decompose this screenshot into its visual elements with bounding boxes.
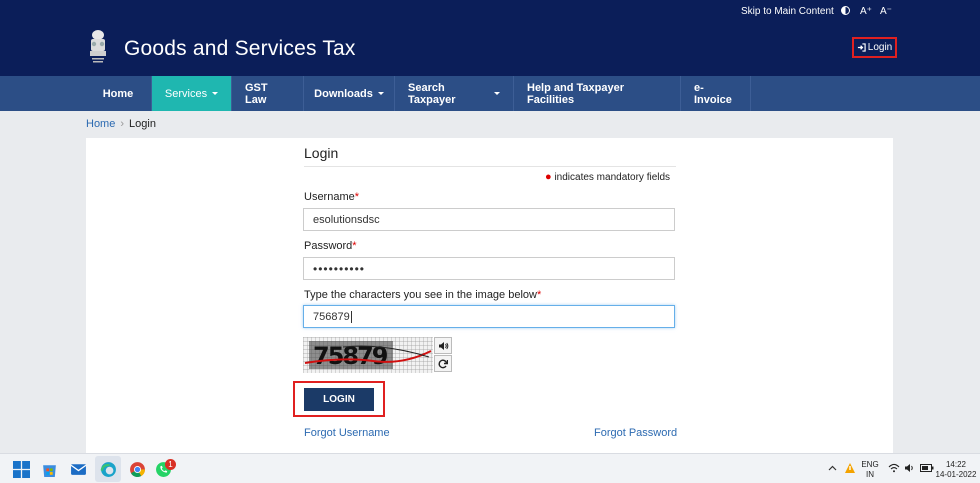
form-title: Login (304, 145, 339, 161)
username-label-text: Username (304, 191, 355, 203)
nav-label: Search Taxpayer (408, 81, 456, 106)
caret-down-icon (212, 92, 219, 95)
system-clock[interactable]: 14:22 14-01-2022 (934, 460, 978, 480)
captcha-label-text: Type the characters you see in the image… (304, 289, 537, 301)
required-asterisk: * (352, 240, 357, 252)
required-dot-icon: ● (545, 171, 552, 183)
refresh-icon (438, 359, 448, 368)
chrome-browser-icon[interactable] (129, 461, 146, 478)
skip-to-main-content-link[interactable]: Skip to Main Content (741, 6, 834, 17)
captcha-refresh-button[interactable] (434, 355, 452, 372)
captcha-label: Type the characters you see in the image… (304, 289, 541, 301)
forgot-password-link[interactable]: Forgot Password (594, 427, 677, 439)
increase-font-button[interactable]: A⁺ (860, 6, 872, 17)
site-header: Goods and Services Tax Login (0, 24, 980, 76)
nav-label: Home (102, 87, 134, 100)
mandatory-note: ● indicates mandatory fields (545, 171, 670, 183)
main-navigation: Home Services GST Law Downloads Search T… (0, 76, 980, 111)
captcha-image: 75879 (303, 337, 433, 373)
microsoft-store-icon[interactable] (41, 461, 58, 478)
notification-badge: 1 (165, 459, 176, 470)
clock-time: 14:22 (945, 460, 967, 469)
caret-down-icon (377, 92, 384, 95)
text-cursor (350, 310, 352, 323)
nav-item-e-invoice[interactable]: e-Invoice (681, 76, 751, 111)
breadcrumb-separator: › (120, 118, 125, 130)
language-code: ENG (861, 460, 879, 469)
captcha-input[interactable]: 756879 (303, 305, 675, 328)
nav-label: Services (164, 87, 208, 100)
breadcrumb-current: Login (129, 118, 156, 130)
region-code: IN (866, 470, 874, 479)
forgot-username-link[interactable]: Forgot Username (304, 427, 390, 439)
captcha-audio-button[interactable] (434, 337, 452, 354)
windows-taskbar: 1 ENG IN 14:22 14-01-2022 (0, 453, 980, 483)
mail-icon[interactable] (70, 461, 87, 478)
windows-start-icon[interactable] (13, 461, 30, 478)
username-label: Username* (304, 191, 359, 203)
site-title: Goods and Services Tax (124, 37, 356, 60)
captcha-input-value: 756879 (313, 310, 350, 323)
contrast-toggle-icon[interactable] (841, 6, 850, 15)
nav-item-help-taxpayer-facilities[interactable]: Help and Taxpayer Facilities (514, 76, 681, 111)
sign-in-icon (857, 43, 866, 52)
header-login-link[interactable]: Login (852, 37, 897, 58)
password-field[interactable]: •••••••••• (303, 257, 675, 280)
nav-label: GST Law (245, 81, 268, 106)
wifi-icon[interactable] (888, 463, 900, 473)
volume-icon[interactable] (904, 463, 916, 473)
top-utility-bar: Skip to Main Content A⁺ A⁻ (0, 0, 980, 24)
clock-date: 14-01-2022 (935, 470, 977, 479)
decrease-font-button[interactable]: A⁻ (880, 6, 892, 17)
nav-label: Help and Taxpayer Facilities (527, 81, 624, 106)
breadcrumb-home-link[interactable]: Home (86, 118, 115, 130)
nav-item-home[interactable]: Home (85, 76, 152, 111)
password-label: Password* (304, 240, 357, 252)
chevron-up-icon[interactable] (828, 465, 837, 471)
language-indicator[interactable]: ENG IN (860, 460, 880, 480)
speaker-icon (438, 341, 448, 350)
nav-label: e-Invoice (694, 81, 732, 106)
caret-down-icon (494, 92, 500, 95)
battery-icon[interactable] (920, 464, 934, 472)
password-label-text: Password (304, 240, 353, 252)
national-emblem-logo[interactable] (86, 28, 110, 68)
login-button[interactable]: LOGIN (304, 388, 374, 411)
edge-browser-icon[interactable] (100, 461, 117, 478)
title-divider (304, 166, 676, 167)
username-field[interactable]: esolutionsdsc (303, 208, 675, 231)
app-tray-icon[interactable] (843, 461, 857, 475)
breadcrumb: Home › Login (86, 118, 156, 130)
nav-label: Downloads (314, 87, 373, 100)
nav-item-services[interactable]: Services (152, 76, 232, 111)
nav-item-search-taxpayer[interactable]: Search Taxpayer (395, 76, 514, 111)
required-asterisk: * (354, 191, 360, 203)
nav-item-downloads[interactable]: Downloads (304, 76, 395, 111)
header-login-label: Login (867, 42, 893, 53)
nav-item-gst-law[interactable]: GST Law (232, 76, 304, 111)
mandatory-note-text: indicates mandatory fields (554, 172, 671, 183)
required-asterisk: * (536, 289, 542, 301)
